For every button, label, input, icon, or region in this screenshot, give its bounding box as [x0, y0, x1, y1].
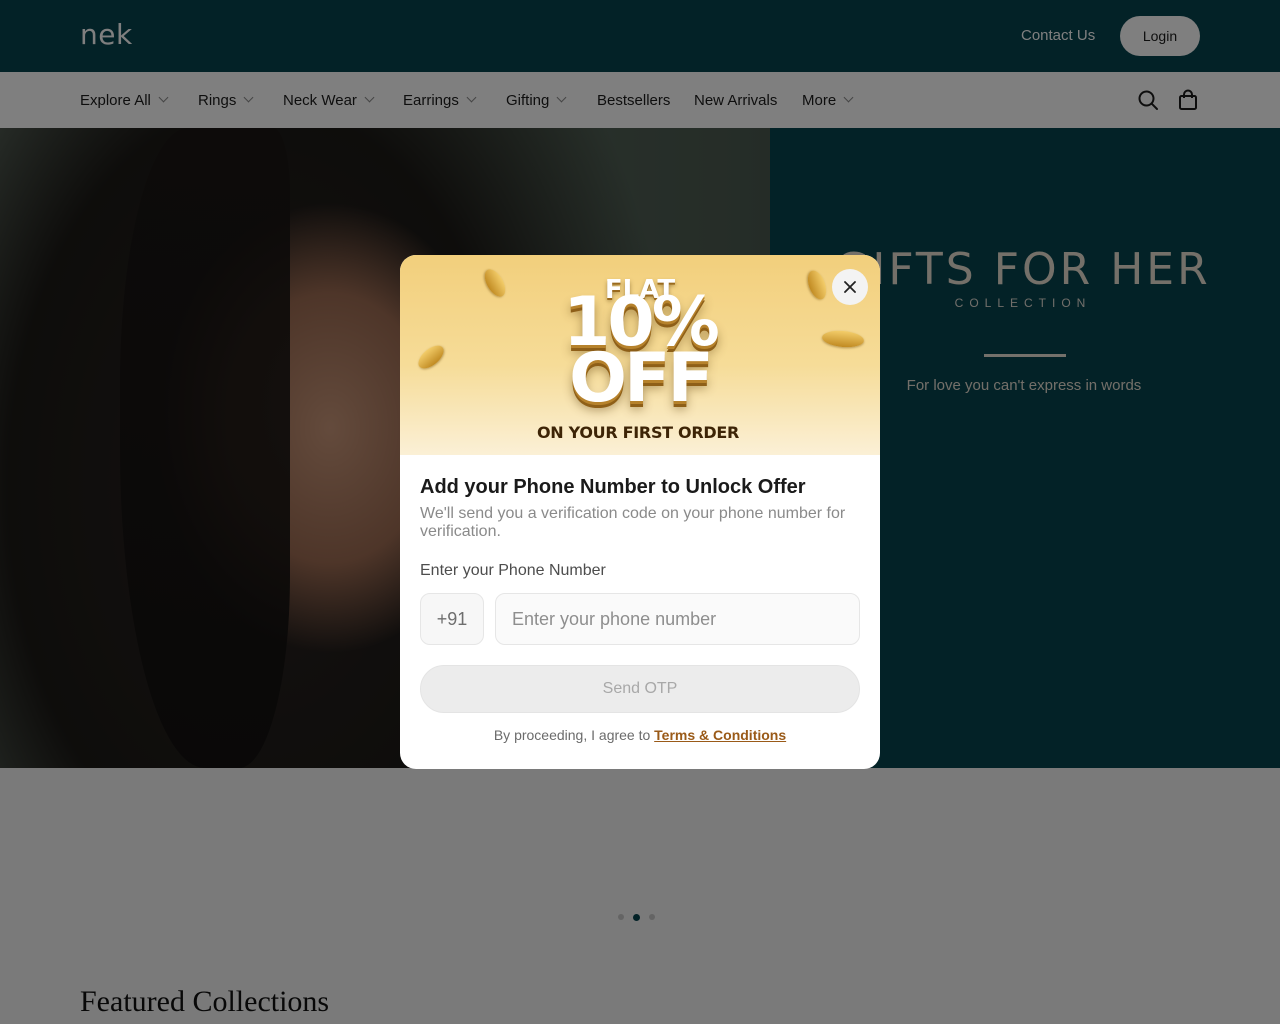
banner-first-order-text: ON YOUR FIRST ORDER	[536, 423, 740, 442]
phone-number-input[interactable]	[495, 593, 860, 645]
banner-off-text: OFF	[569, 339, 714, 418]
terms-prefix: By proceeding, I agree to	[493, 727, 651, 743]
offer-banner: FLAT 10% OFF ON YOUR FIRST ORDER	[400, 255, 880, 455]
terms-conditions-link[interactable]: Terms & Conditions	[654, 727, 786, 743]
phone-field-label: Enter your Phone Number	[420, 562, 606, 579]
country-code-selector[interactable]: +91	[420, 593, 484, 645]
terms-note: By proceeding, I agree to Terms & Condit…	[400, 727, 880, 743]
modal-title: Add your Phone Number to Unlock Offer	[420, 476, 806, 498]
close-button[interactable]	[832, 269, 868, 305]
modal-description: We'll send you a verification code on yo…	[420, 505, 846, 540]
send-otp-button[interactable]: Send OTP	[420, 665, 860, 713]
offer-modal: FLAT 10% OFF ON YOUR FIRST ORDER Add you…	[400, 255, 880, 769]
close-icon	[844, 281, 856, 293]
